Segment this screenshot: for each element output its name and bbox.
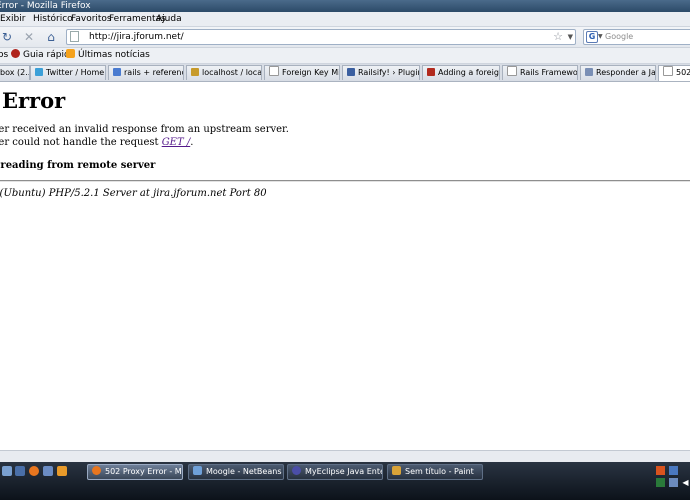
taskbar: 502 Proxy Error - Mo... Moogle - NetBean… [0, 462, 690, 500]
netbeans-icon [193, 466, 202, 475]
page-content: Error rver received an invalid response … [0, 82, 690, 450]
home-icon[interactable]: ⌂ [44, 30, 58, 44]
tab-twitter[interactable]: Twitter / Home [30, 65, 106, 80]
menu-ajuda[interactable]: Ajuda [156, 13, 182, 25]
page-heading: Error [1, 88, 66, 113]
error-message-line: rver received an invalid response from a… [0, 124, 289, 135]
phpmyadmin-icon [191, 68, 199, 76]
menu-bar: Exibir Histórico Favoritos Ferramentas A… [0, 12, 690, 27]
page-icon [70, 31, 79, 42]
tab-foreign-key[interactable]: Foreign Key Mi... [264, 65, 340, 80]
page-title: Error [0, 88, 65, 113]
tab-label: Responder a Jav... [596, 68, 656, 77]
page-icon [507, 66, 517, 76]
window-switcher-icon[interactable] [15, 466, 25, 476]
railsify-icon [347, 68, 355, 76]
task-label: Moogle - NetBeans ... [206, 467, 284, 476]
task-paint[interactable]: Sem título - Paint [387, 464, 483, 480]
system-tray: ◀ [653, 463, 690, 499]
tab-label: Foreign Key Mi... [282, 68, 340, 77]
tab-localhost[interactable]: localhost / local... [186, 65, 262, 80]
menu-exibir[interactable]: Exibir [0, 13, 25, 25]
window-title: Error - Mozilla Firefox [0, 1, 91, 11]
error-request-suffix: . [190, 137, 194, 148]
bookmark-folder[interactable]: os [0, 49, 8, 62]
tab-label: Railsify! › Plugin... [358, 68, 419, 77]
server-signature: 3 (Ubuntu) PHP/5.2.1 Server at jira.jfor… [0, 188, 267, 199]
window-titlebar: Error - Mozilla Firefox [0, 0, 690, 12]
rss-icon [66, 49, 75, 58]
bookmark-ultimas-noticias[interactable]: Últimas notícias [66, 49, 150, 62]
show-desktop-icon[interactable] [2, 466, 12, 476]
error-request-line: rver could not handle the request GET /. [0, 137, 193, 148]
tab-label: Adding a foreig... [438, 68, 500, 77]
error-request-prefix: rver could not handle the request [0, 137, 162, 148]
tab-rails-framework[interactable]: Rails Framewor... [502, 65, 578, 80]
firefox-icon [11, 49, 20, 58]
menu-favoritos[interactable]: Favoritos [71, 13, 112, 25]
page-icon [663, 66, 673, 76]
twitter-icon [35, 68, 43, 76]
bookmark-label: Últimas notícias [78, 50, 150, 60]
task-label: MyEclipse Java Ente... [305, 467, 382, 476]
tray-connection-icon[interactable] [669, 478, 678, 487]
tab-rails-reference[interactable]: rails + reference... [108, 65, 184, 80]
google-icon[interactable]: G [586, 31, 598, 43]
tab-502-proxy-error[interactable]: 502 P [658, 65, 690, 81]
app-launcher-icon[interactable] [57, 466, 67, 476]
tab-responder[interactable]: Responder a Jav... [580, 65, 656, 80]
error-reason: or reading from remote server [0, 160, 156, 171]
tray-network-icon[interactable] [669, 466, 678, 475]
search-placeholder: Google [605, 32, 634, 41]
bookmark-label: os [0, 50, 9, 60]
eclipse-icon [292, 466, 301, 475]
stop-icon[interactable]: ✕ [22, 30, 36, 44]
tray-shield-icon[interactable] [656, 478, 665, 487]
rails-icon [427, 68, 435, 76]
tab-label: 502 P [676, 68, 690, 77]
task-firefox[interactable]: 502 Proxy Error - Mo... [87, 464, 183, 480]
bookmarks-toolbar: os Guia rápido Últimas notícias [0, 48, 690, 64]
firefox-icon [92, 466, 101, 475]
task-label: Sem título - Paint [405, 467, 474, 476]
tab-railsify[interactable]: Railsify! › Plugin... [342, 65, 420, 80]
paint-icon [392, 466, 401, 475]
reload-icon[interactable]: ↻ [0, 30, 14, 44]
url-bar[interactable]: http://jira.jforum.net/ ☆ ▼ [66, 29, 576, 45]
tray-app-icon[interactable] [656, 466, 665, 475]
page-icon [269, 66, 279, 76]
tab-label: rails + reference... [124, 68, 183, 77]
tab-label: localhost / local... [202, 68, 262, 77]
forum-icon [585, 68, 593, 76]
tab-inbox[interactable]: box (2... [0, 65, 30, 80]
firefox-icon[interactable] [29, 466, 39, 476]
tab-strip: box (2... Twitter / Home rails + referen… [0, 64, 690, 82]
explorer-icon[interactable] [43, 466, 53, 476]
divider [0, 180, 690, 182]
task-label: 502 Proxy Error - Mo... [105, 467, 182, 476]
tab-label: Twitter / Home [46, 68, 105, 77]
menu-historico[interactable]: Histórico [33, 13, 73, 25]
tab-label: Rails Framewor... [520, 68, 578, 77]
search-input[interactable]: G ▼ Google [583, 29, 690, 45]
tab-adding-foreign[interactable]: Adding a foreig... [422, 65, 500, 80]
chevron-down-icon[interactable]: ▼ [568, 30, 573, 44]
bookmark-star-icon[interactable]: ☆ [553, 30, 563, 44]
task-myeclipse[interactable]: MyEclipse Java Ente... [287, 464, 383, 480]
google-icon [113, 68, 121, 76]
task-netbeans[interactable]: Moogle - NetBeans ... [188, 464, 284, 480]
navigation-toolbar: ↻ ✕ ⌂ http://jira.jforum.net/ ☆ ▼ G ▼ Go… [0, 27, 690, 48]
search-engine-dropdown-icon[interactable]: ▼ [598, 30, 603, 44]
volume-icon[interactable]: ◀ [681, 478, 690, 487]
tab-label: box (2... [0, 68, 30, 77]
url-text[interactable]: http://jira.jforum.net/ [89, 30, 184, 44]
request-link[interactable]: GET / [162, 137, 191, 148]
